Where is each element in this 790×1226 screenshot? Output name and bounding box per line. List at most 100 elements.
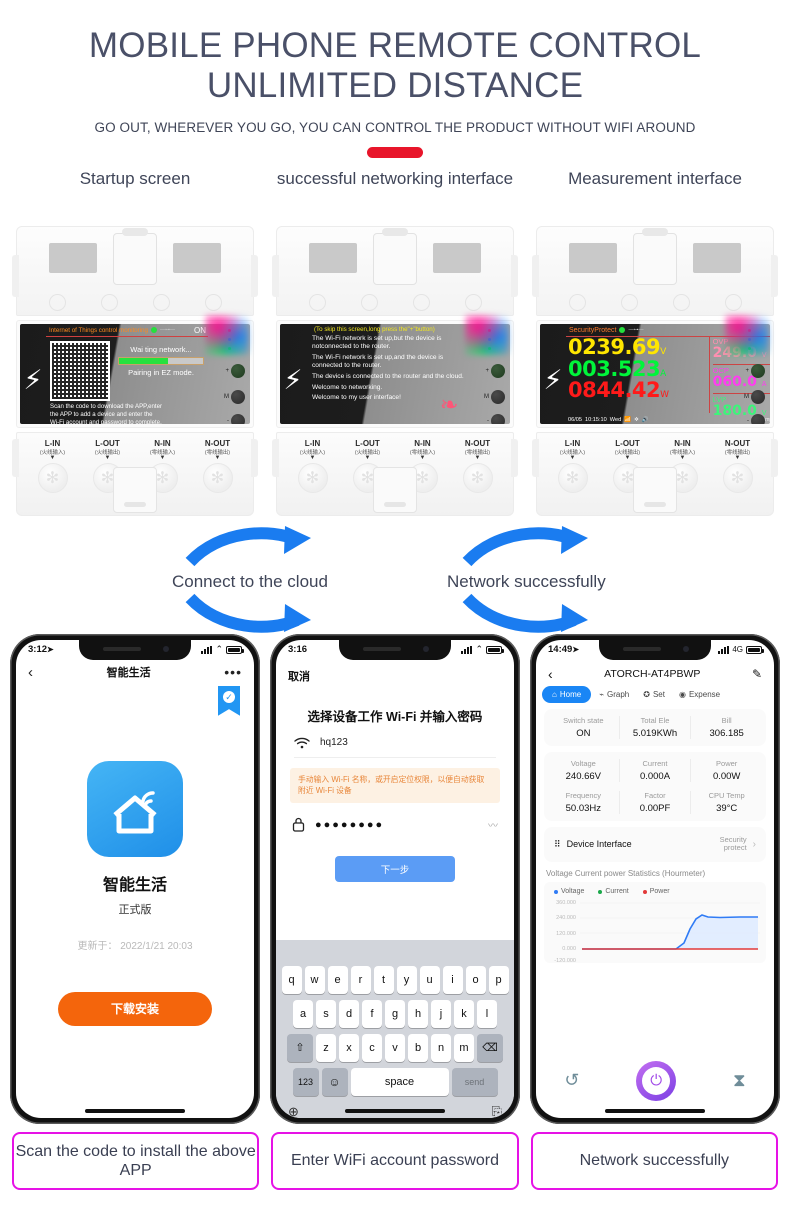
keyboard-row-2: a s d f g h j k l bbox=[276, 999, 514, 1028]
key-x[interactable]: x bbox=[339, 1033, 359, 1062]
hero-subtitle: GO OUT, WHEREVER YOU GO, YOU CAN CONTROL… bbox=[94, 119, 696, 135]
minus-button[interactable] bbox=[751, 413, 765, 424]
bottom-din-clip bbox=[113, 466, 157, 513]
progress-bar bbox=[118, 356, 204, 365]
device-column-measurement: Measurement interface ⚡ SecurityProtect bbox=[530, 166, 780, 520]
metric-key: Factor bbox=[644, 790, 666, 800]
qr-code bbox=[50, 340, 110, 401]
key-i[interactable]: i bbox=[442, 965, 463, 994]
terminal-hole: ✻ bbox=[297, 462, 328, 493]
screw bbox=[204, 293, 222, 311]
tab-expense[interactable]: ◉ Expense bbox=[673, 686, 726, 703]
key-u[interactable]: u bbox=[419, 965, 440, 994]
caption-network-success: Network successfully bbox=[530, 1131, 778, 1190]
key-z[interactable]: z bbox=[316, 1033, 336, 1062]
key-l[interactable]: l bbox=[477, 999, 497, 1028]
microphone-icon[interactable]: ⎘ bbox=[492, 1104, 502, 1118]
tab-set[interactable]: ✪ Set bbox=[637, 686, 671, 703]
key-g[interactable]: g bbox=[385, 999, 405, 1028]
device-column-networking: successful networking interface ⚡ (To sk… bbox=[270, 166, 520, 520]
edit-pencil-icon[interactable]: ✎ bbox=[752, 667, 762, 681]
next-step-button[interactable]: 下一步 bbox=[335, 856, 455, 883]
download-install-button[interactable]: 下载安装 bbox=[58, 991, 212, 1026]
key-q[interactable]: q bbox=[281, 965, 302, 994]
plus-button[interactable] bbox=[751, 363, 765, 378]
ytick: -120.000 bbox=[554, 958, 576, 965]
key-d[interactable]: d bbox=[339, 999, 359, 1028]
ssid-row[interactable]: hq123 bbox=[276, 725, 514, 757]
key-o[interactable]: o bbox=[465, 965, 486, 994]
key-m[interactable]: m bbox=[454, 1033, 474, 1062]
minus-button[interactable] bbox=[231, 413, 245, 424]
m-button[interactable] bbox=[751, 389, 765, 404]
tab-home[interactable]: ⌂ Home bbox=[542, 685, 592, 703]
eye-toggle-icon[interactable]: 〰 bbox=[488, 817, 498, 832]
globe-icon[interactable]: ⊕ bbox=[288, 1104, 299, 1118]
legend-voltage: Voltage bbox=[554, 888, 584, 895]
history-timer-icon[interactable]: ↺ bbox=[564, 1070, 579, 1091]
chart-y-axis: 360.000 240.000 120.000 0.000 -120.000 bbox=[548, 899, 578, 965]
chart-plot-area bbox=[580, 899, 760, 961]
terminal-label-en: L-IN bbox=[564, 438, 581, 448]
plus-button[interactable] bbox=[491, 363, 505, 378]
flow-arrows-section: Connect to the cloud Network successfull… bbox=[0, 524, 790, 634]
key-k[interactable]: k bbox=[454, 999, 474, 1028]
key-a[interactable]: a bbox=[293, 999, 313, 1028]
screw bbox=[724, 293, 742, 311]
instruction-note: Scan the code to download the APP,enter … bbox=[46, 401, 208, 424]
signal-bars-icon bbox=[461, 645, 473, 654]
onscreen-keyboard[interactable]: q w e r t y u i o p a s d f g h j k l ⇧ … bbox=[276, 939, 514, 1118]
terminal-n-out: N-OUT (零线输出) ▼ ✻ bbox=[191, 439, 245, 493]
numbers-key[interactable]: 123 bbox=[292, 1067, 319, 1096]
gear-icon: ✪ bbox=[643, 689, 650, 699]
key-n[interactable]: n bbox=[431, 1033, 451, 1062]
space-key[interactable]: space bbox=[350, 1067, 449, 1096]
key-s[interactable]: s bbox=[316, 999, 336, 1028]
location-arrow-icon: ➤ bbox=[47, 645, 54, 655]
more-options-icon[interactable]: ••• bbox=[224, 664, 242, 680]
screw bbox=[568, 293, 586, 311]
key-b[interactable]: b bbox=[408, 1033, 428, 1062]
power-reading: 0844.42W bbox=[568, 380, 709, 402]
metric-key: Current bbox=[642, 758, 668, 768]
minus-button[interactable] bbox=[491, 413, 505, 424]
terminal-label-en: N-OUT bbox=[724, 438, 751, 448]
key-j[interactable]: j bbox=[431, 999, 451, 1028]
legend-dot bbox=[642, 889, 647, 894]
backspace-key-icon[interactable]: ⌫ bbox=[477, 1033, 503, 1062]
wifi-icon bbox=[294, 737, 310, 749]
ytick: 360.000 bbox=[556, 899, 576, 906]
key-h[interactable]: h bbox=[408, 999, 428, 1028]
key-p[interactable]: p bbox=[488, 965, 509, 994]
app-updated-date: 更新于： 2022/1/21 20:03 bbox=[77, 940, 193, 952]
password-row[interactable]: ●●●●●●●● 〰 bbox=[276, 803, 514, 832]
hourglass-icon[interactable]: ⧗ bbox=[733, 1070, 746, 1091]
key-f[interactable]: f bbox=[362, 999, 382, 1028]
metric-key: Bill bbox=[721, 715, 732, 725]
key-v[interactable]: v bbox=[385, 1033, 405, 1062]
coin-icon: ◉ bbox=[678, 689, 686, 699]
power-toggle-button[interactable]: ⏻ bbox=[636, 1060, 677, 1101]
key-r[interactable]: r bbox=[350, 965, 371, 994]
metric-bill: Bill 306.185 bbox=[691, 716, 762, 739]
cancel-button[interactable]: 取消 bbox=[276, 660, 514, 684]
arrow-label-connect-cloud: Connect to the cloud bbox=[172, 571, 328, 591]
send-key[interactable]: send bbox=[451, 1067, 498, 1096]
key-y[interactable]: y bbox=[396, 965, 417, 994]
emoji-key-icon[interactable]: ☺ bbox=[321, 1067, 348, 1096]
caption-row: Scan the code to install the above APP E… bbox=[0, 1124, 790, 1190]
key-c[interactable]: c bbox=[362, 1033, 382, 1062]
key-t[interactable]: t bbox=[373, 965, 394, 994]
tab-graph[interactable]: ⌁ Graph bbox=[593, 686, 635, 703]
plus-button[interactable] bbox=[231, 363, 245, 378]
phone2-screen: 3:16 ⌃ 取消 选择设备工作 Wi-Fi 并输入密码 hq123 手动输入 … bbox=[276, 639, 514, 1118]
m-button[interactable] bbox=[491, 389, 505, 404]
m-button[interactable] bbox=[231, 389, 245, 404]
hero-header: MOBILE PHONE REMOTE CONTROL UNLIMITED DI… bbox=[0, 0, 790, 158]
key-e[interactable]: e bbox=[327, 965, 348, 994]
note-line-2: the APP to add a device and enter the bbox=[50, 410, 153, 418]
password-field[interactable]: ●●●●●●●● bbox=[315, 819, 478, 831]
key-w[interactable]: w bbox=[304, 965, 325, 994]
shift-key-icon[interactable]: ⇧ bbox=[287, 1033, 313, 1062]
device-interface-row[interactable]: ⠿ Device Interface Security protect › bbox=[544, 826, 766, 863]
